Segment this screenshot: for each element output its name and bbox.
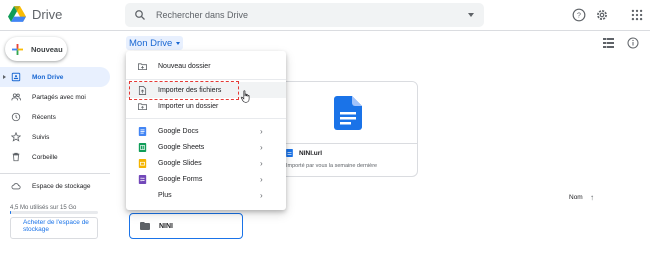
menu-divider: [126, 79, 286, 80]
clock-icon: [11, 112, 21, 122]
sort-label[interactable]: Nom: [569, 194, 583, 201]
chevron-right-icon: ›: [260, 126, 263, 136]
list-view-icon[interactable]: [603, 38, 614, 48]
hand-cursor-icon: [240, 90, 250, 103]
help-icon[interactable]: ?: [572, 8, 586, 22]
sidebar-item-label: Mon Drive: [32, 73, 64, 81]
sidebar-item-label: Corbeille: [32, 153, 58, 161]
chevron-down-icon: [176, 41, 181, 45]
drive-logo[interactable]: Drive: [8, 6, 62, 22]
menu-item-google-slides[interactable]: Google Slides ›: [126, 155, 286, 171]
search-options-icon[interactable]: [468, 13, 474, 17]
menu-item-label: Google Docs: [158, 127, 199, 135]
menu-item-more[interactable]: Plus ›: [126, 187, 286, 203]
menu-item-google-forms[interactable]: Google Forms ›: [126, 171, 286, 187]
breadcrumb[interactable]: Mon Drive: [126, 36, 184, 50]
sidebar-item-label: Récents: [32, 113, 56, 121]
menu-item-label: Plus: [158, 191, 172, 199]
menu-item-label: Google Slides: [158, 159, 202, 167]
menu-divider: [126, 118, 286, 119]
info-icon[interactable]: [627, 37, 639, 49]
sidebar-item-shared[interactable]: Partagés avec moi: [0, 87, 110, 107]
search-input[interactable]: Rechercher dans Drive: [156, 10, 468, 20]
sidebar-item-label: Suivis: [32, 133, 50, 141]
menu-item-new-folder[interactable]: Nouveau dossier: [126, 58, 286, 74]
chevron-right-icon: ›: [260, 158, 263, 168]
sidebar-item-label: Partagés avec moi: [32, 93, 86, 101]
new-button[interactable]: Nouveau: [5, 37, 67, 61]
new-folder-icon: [138, 62, 147, 70]
storage-progress-fill: [10, 211, 12, 214]
sidebar-item-my-drive[interactable]: Mon Drive: [0, 67, 110, 87]
menu-item-label: Google Forms: [158, 175, 203, 183]
sidebar-item-starred[interactable]: Suivis: [0, 127, 110, 147]
storage-label: Espace de stockage: [32, 182, 91, 190]
buy-storage-button[interactable]: Acheter de l'espace de stockage: [10, 217, 98, 239]
folder-name: NINI: [159, 222, 173, 230]
storage-progress-bar: [10, 211, 98, 214]
my-drive-icon: [11, 72, 21, 82]
menu-item-label: Importer un dossier: [158, 102, 219, 110]
new-button-label: Nouveau: [31, 44, 63, 54]
top-bar: Drive Rechercher dans Drive ?: [0, 0, 650, 30]
apps-grid-icon[interactable]: [630, 8, 644, 22]
plus-icon: [12, 43, 23, 55]
sort-ascending-icon[interactable]: ↑: [590, 193, 594, 202]
google-slides-icon: [138, 158, 147, 168]
drive-logo-icon: [8, 6, 26, 22]
header-divider: [0, 30, 650, 31]
menu-item-upload-folder[interactable]: Importer un dossier: [126, 98, 286, 114]
menu-item-label: Google Sheets: [158, 143, 205, 151]
chevron-right-icon: ›: [260, 174, 263, 184]
new-menu: Nouveau dossier Importer des fichiers Im…: [126, 51, 286, 210]
file-name: NINI.url: [299, 150, 323, 157]
chevron-right-icon: ›: [260, 190, 263, 200]
google-forms-icon: [138, 174, 147, 184]
file-subtitle: Importé par vous la semaine dernière: [286, 163, 378, 169]
google-sheets-icon: [138, 142, 147, 152]
sidebar-item-storage[interactable]: Espace de stockage: [0, 176, 110, 196]
shared-icon: [11, 93, 21, 101]
doc-small-icon: [286, 149, 293, 157]
menu-item-google-sheets[interactable]: Google Sheets ›: [126, 139, 286, 155]
sidebar-item-trash[interactable]: Corbeille: [0, 147, 110, 167]
folder-upload-icon: [138, 102, 147, 110]
settings-icon[interactable]: [595, 8, 609, 22]
breadcrumb-label: Mon Drive: [129, 37, 173, 49]
cloud-icon: [11, 183, 21, 190]
doc-icon: [334, 96, 362, 130]
star-icon: [11, 132, 21, 142]
sidebar-divider: [0, 173, 110, 174]
chevron-right-icon: ›: [260, 142, 263, 152]
search-icon[interactable]: [134, 9, 146, 21]
trash-icon: [12, 152, 20, 162]
sidebar-nav: Mon Drive Partagés avec moi Récents Suiv…: [0, 67, 110, 167]
google-docs-icon: [138, 126, 147, 136]
menu-item-google-docs[interactable]: Google Docs ›: [126, 123, 286, 139]
svg-text:?: ?: [577, 13, 581, 20]
folder-item[interactable]: NINI: [129, 213, 243, 239]
sidebar-item-recent[interactable]: Récents: [0, 107, 110, 127]
menu-item-label: Nouveau dossier: [158, 62, 211, 70]
search-bar[interactable]: Rechercher dans Drive: [125, 3, 484, 27]
folder-icon: [140, 222, 150, 230]
expand-arrow-icon[interactable]: [3, 75, 6, 79]
app-title: Drive: [32, 6, 63, 22]
